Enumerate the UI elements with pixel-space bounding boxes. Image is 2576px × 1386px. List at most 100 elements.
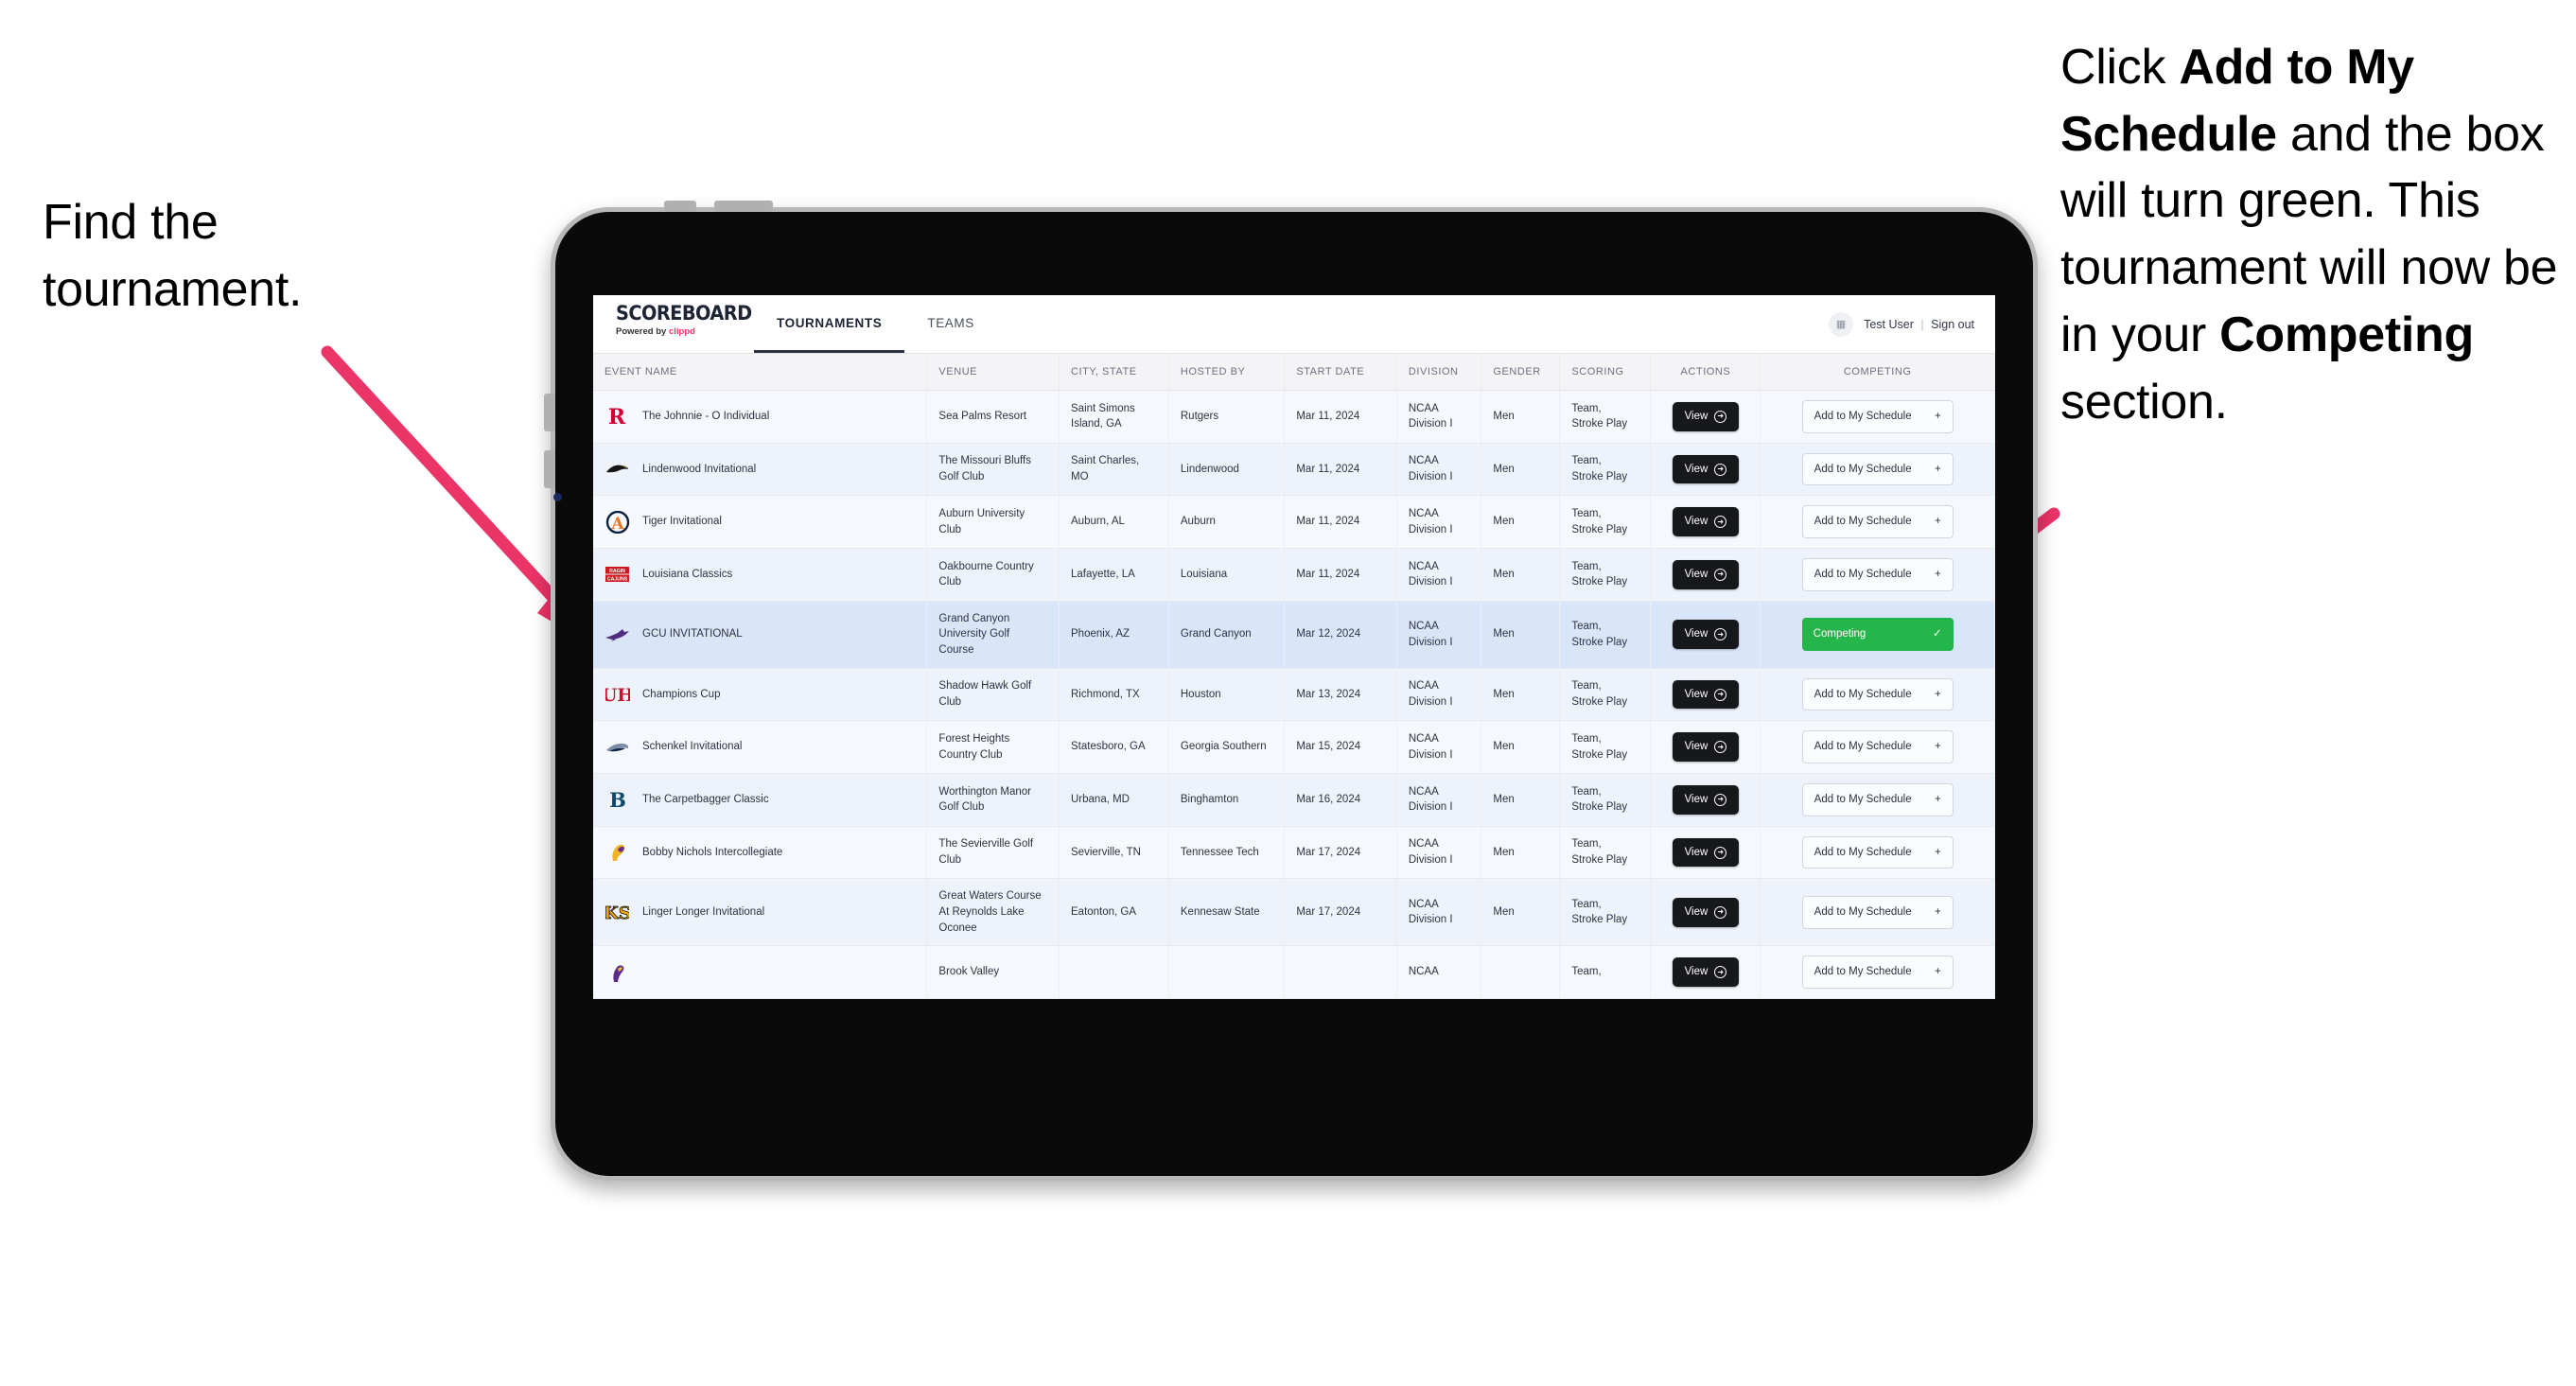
cell-event-name: GCU INVITATIONAL: [593, 601, 928, 669]
tab-teams[interactable]: TEAMS: [904, 295, 997, 353]
view-button[interactable]: View ➜: [1672, 732, 1740, 763]
view-button[interactable]: View ➜: [1672, 560, 1740, 589]
cell-hosted-by: Lindenwood: [1168, 443, 1286, 497]
cell-start-date: Mar 11, 2024: [1284, 495, 1397, 550]
view-button[interactable]: View ➜: [1672, 507, 1740, 537]
volume-button[interactable]: [664, 201, 696, 212]
col-city-state: CITY, STATE: [1059, 354, 1169, 391]
add-to-my-schedule-label: Add to My Schedule: [1814, 688, 1912, 700]
add-to-my-schedule-label: Add to My Schedule: [1814, 569, 1912, 581]
view-button[interactable]: View ➜: [1672, 620, 1740, 650]
cell-competing: Add to My Schedule +: [1760, 668, 1995, 722]
table-row[interactable]: KS Linger Longer Invitational Great Wate…: [593, 878, 1995, 947]
cell-hosted-by: Georgia Southern: [1168, 720, 1286, 775]
cell-start-date: Mar 13, 2024: [1284, 668, 1397, 722]
cell-gender: Men: [1481, 826, 1561, 880]
add-to-my-schedule-button[interactable]: Add to My Schedule +: [1801, 835, 1954, 869]
view-button[interactable]: View ➜: [1672, 785, 1740, 815]
cell-venue: Oakbourne Country Club: [926, 548, 1060, 602]
col-actions: ACTIONS: [1650, 354, 1761, 391]
view-button[interactable]: View ➜: [1672, 679, 1740, 710]
add-to-my-schedule-button[interactable]: Add to My Schedule +: [1801, 677, 1954, 711]
cell-scoring: Team, Stroke Play: [1559, 548, 1652, 602]
cell-hosted-by: Rutgers: [1168, 390, 1286, 444]
cell-competing: Add to My Schedule +: [1760, 945, 1995, 1000]
user-menu: ▦ Test User | Sign out: [1829, 295, 1995, 353]
brand-title: SCOREBOARD: [616, 302, 752, 325]
cell-venue: Forest Heights Country Club: [926, 720, 1060, 775]
cell-actions: View ➜: [1650, 601, 1761, 669]
table-row[interactable]: R The Johnnie - O Individual Sea Palms R…: [593, 390, 1995, 444]
add-to-my-schedule-button[interactable]: Add to My Schedule +: [1801, 956, 1954, 990]
svg-text:CAJUNS: CAJUNS: [607, 577, 628, 583]
clippd-wordmark: clippd: [668, 326, 695, 337]
binghamton-logo: B: [605, 788, 630, 811]
view-button[interactable]: View ➜: [1672, 454, 1740, 484]
competing-button[interactable]: Competing ✓: [1801, 618, 1954, 652]
svg-text:R: R: [608, 405, 626, 428]
table-row[interactable]: UH Champions Cup Shadow Hawk Golf Club R…: [593, 668, 1995, 722]
side-button-upper[interactable]: [544, 394, 555, 431]
cell-city-state: Richmond, TX: [1059, 668, 1169, 722]
add-to-my-schedule-button[interactable]: Add to My Schedule +: [1801, 896, 1954, 929]
cell-gender: Men: [1481, 548, 1561, 602]
table-row[interactable]: B The Carpetbagger Classic Worthington M…: [593, 773, 1995, 827]
table-row[interactable]: A Tiger Invitational Auburn University C…: [593, 495, 1995, 550]
view-button[interactable]: View ➜: [1672, 837, 1740, 868]
view-label: View: [1684, 794, 1709, 806]
add-to-my-schedule-label: Add to My Schedule: [1814, 411, 1912, 422]
cell-actions: View ➜: [1650, 773, 1761, 827]
power-button[interactable]: [714, 201, 773, 212]
cell-hosted-by: Louisiana: [1168, 548, 1286, 602]
table-row[interactable]: Brook Valley NCAA Team, View ➜ Add to My…: [593, 945, 1995, 1000]
add-to-my-schedule-button[interactable]: Add to My Schedule +: [1801, 783, 1954, 816]
side-button-lower[interactable]: [544, 450, 555, 488]
cell-start-date: Mar 16, 2024: [1284, 773, 1397, 827]
plus-icon: +: [1934, 569, 1941, 581]
houston-logo: UH: [605, 683, 630, 706]
add-to-my-schedule-button[interactable]: Add to My Schedule +: [1801, 730, 1954, 764]
cell-city-state: Saint Simons Island, GA: [1059, 390, 1169, 444]
table-row[interactable]: Lindenwood Invitational The Missouri Blu…: [593, 443, 1995, 497]
event-name-label: The Carpetbagger Classic: [642, 794, 769, 806]
annotation-left-line1: Find the: [43, 195, 219, 250]
plus-icon: +: [1934, 906, 1941, 919]
table-row[interactable]: Bobby Nichols Intercollegiate The Sevier…: [593, 826, 1995, 880]
view-button[interactable]: View ➜: [1672, 402, 1740, 431]
user-separator: |: [1920, 317, 1924, 331]
add-to-my-schedule-button[interactable]: Add to My Schedule +: [1801, 452, 1954, 486]
event-name-label: GCU INVITATIONAL: [642, 628, 743, 640]
cell-scoring: Team, Stroke Play: [1559, 668, 1652, 722]
table-row[interactable]: RAGIN CAJUNS Louisiana Classics Oakbourne…: [593, 548, 1995, 602]
cell-hosted-by: Houston: [1168, 668, 1286, 722]
arrow-right-circle-icon: ➜: [1714, 741, 1727, 754]
annotation-left-line2: tournament.: [43, 261, 303, 317]
add-to-my-schedule-button[interactable]: Add to My Schedule +: [1801, 558, 1954, 591]
cell-actions: View ➜: [1650, 826, 1761, 880]
view-button[interactable]: View ➜: [1672, 957, 1740, 988]
table-row[interactable]: Schenkel Invitational Forest Heights Cou…: [593, 720, 1995, 775]
cell-gender: Men: [1481, 720, 1561, 775]
arrow-right-circle-icon: ➜: [1714, 516, 1727, 529]
table-row[interactable]: GCU INVITATIONAL Grand Canyon University…: [593, 601, 1995, 669]
cell-division: NCAA: [1396, 945, 1482, 1000]
event-name-label: Champions Cup: [642, 688, 721, 700]
plus-icon: +: [1934, 688, 1941, 700]
sign-out-link[interactable]: Sign out: [1931, 318, 1974, 331]
annotation-right-post: section.: [2060, 374, 2228, 430]
table-header-row: EVENT NAME VENUE CITY, STATE HOSTED BY S…: [593, 354, 1995, 391]
view-button[interactable]: View ➜: [1672, 898, 1740, 927]
cell-division: NCAA Division I: [1396, 601, 1482, 669]
add-to-my-schedule-button[interactable]: Add to My Schedule +: [1801, 400, 1954, 433]
cell-scoring: Team, Stroke Play: [1559, 601, 1652, 669]
auburn-logo: A: [605, 510, 630, 534]
cell-city-state: [1059, 945, 1169, 1000]
cell-hosted-by: [1168, 945, 1286, 1000]
add-to-my-schedule-label: Add to My Schedule: [1814, 794, 1912, 806]
cell-start-date: Mar 17, 2024: [1284, 826, 1397, 880]
cell-event-name: Schenkel Invitational: [593, 720, 928, 775]
user-avatar-icon[interactable]: ▦: [1829, 311, 1854, 337]
add-to-my-schedule-button[interactable]: Add to My Schedule +: [1801, 505, 1954, 539]
tab-tournaments[interactable]: TOURNAMENTS: [754, 295, 905, 353]
brand-logo[interactable]: SCOREBOARD Powered by clippd: [593, 295, 752, 353]
